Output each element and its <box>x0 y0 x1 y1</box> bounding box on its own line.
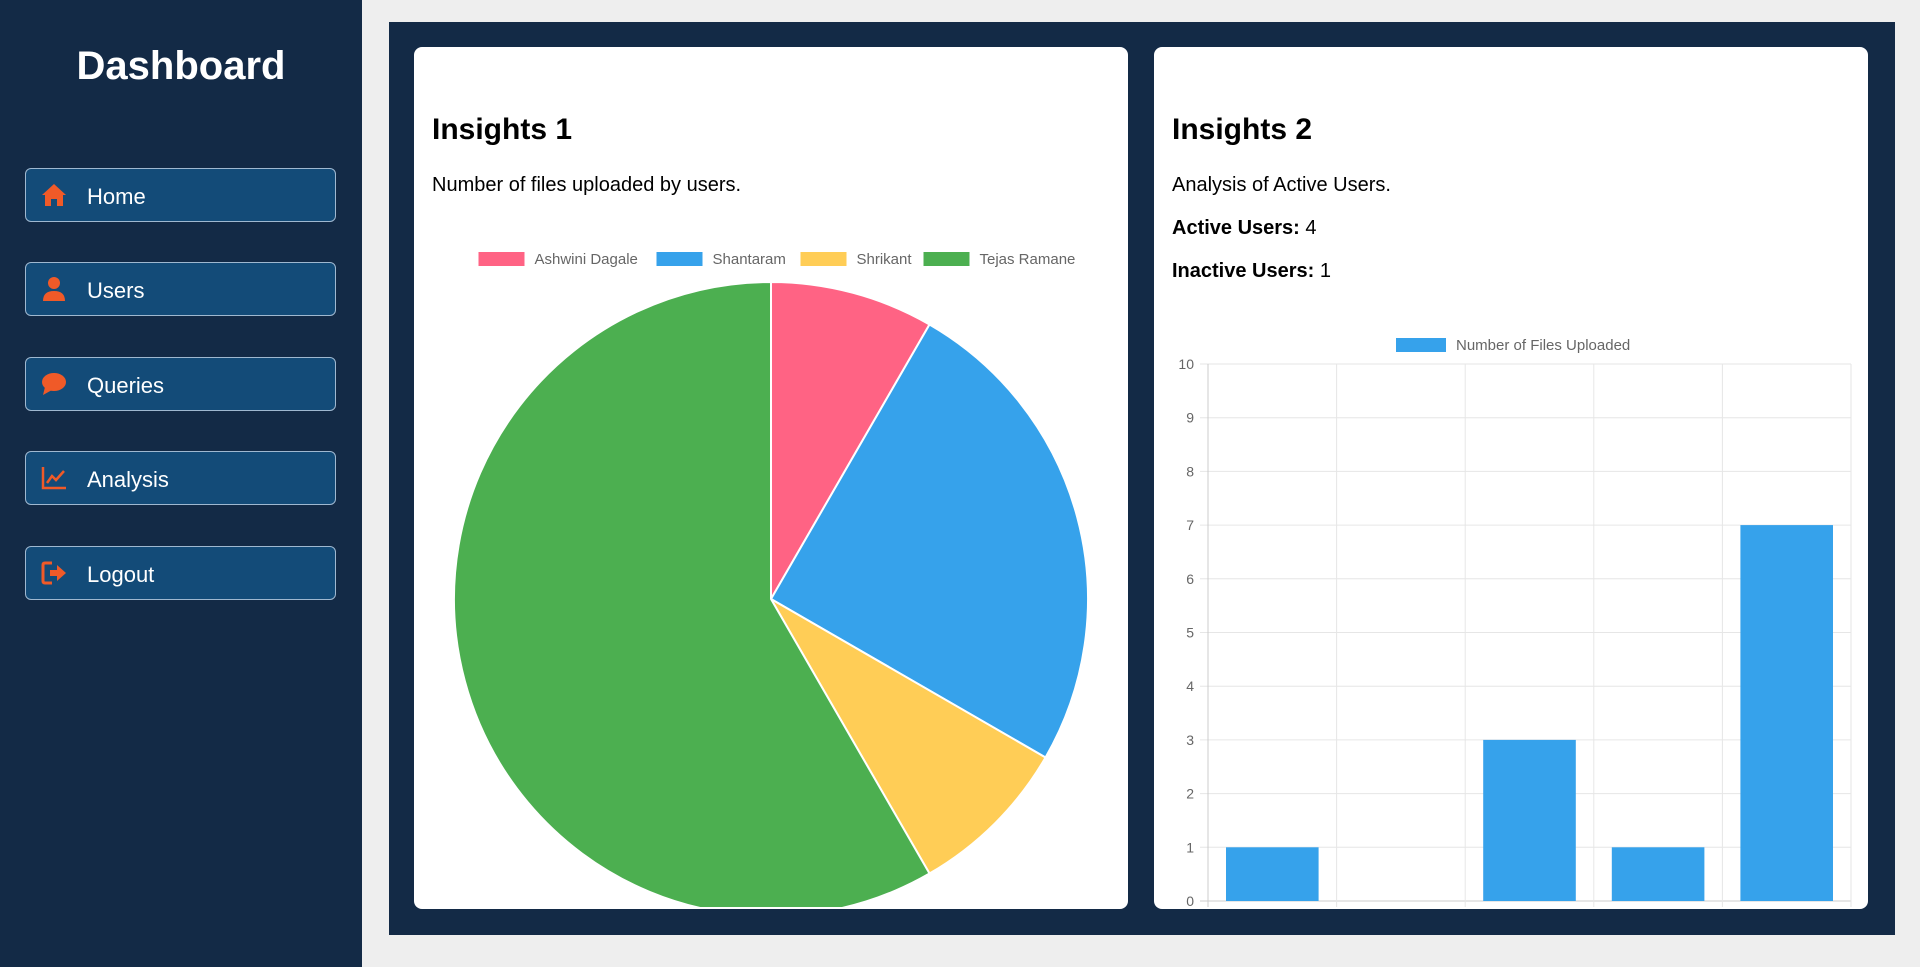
nav-users-label: Users <box>87 278 145 303</box>
main-content: Insights 1 Number of files uploaded by u… <box>389 22 1895 935</box>
nav-home-button[interactable]: Home <box>25 168 336 222</box>
active-users-stat: Active Users: 4 <box>1172 217 1317 240</box>
insights2-description: Analysis of Active Users. <box>1172 174 1391 196</box>
insights2-title: Insights 2 <box>1172 113 1313 146</box>
bar-shrikant <box>1611 847 1705 901</box>
inactive-users-value: 1 <box>1319 260 1331 282</box>
nav-logout-button[interactable]: Logout <box>25 546 336 600</box>
y-tick-label: 7 <box>1186 517 1194 533</box>
legend-label-files-uploaded: Number of Files Uploaded <box>1456 337 1630 354</box>
line-chart-icon <box>41 467 66 490</box>
insights2-card: Insights 2 Analysis of Active Users. Act… <box>1154 47 1868 909</box>
nav-analysis-label: Analysis <box>87 467 169 492</box>
y-tick-label: 5 <box>1186 625 1194 641</box>
y-tick-label: 8 <box>1186 463 1194 479</box>
legend-label-shrikant: Shrikant <box>857 251 913 268</box>
sidebar: Dashboard Home Users Queries Analysis Lo… <box>0 0 362 967</box>
inactive-users-stat: Inactive Users: 1 <box>1172 260 1331 283</box>
nav-queries-button[interactable]: Queries <box>25 357 336 411</box>
bar-shantaram <box>1483 739 1576 901</box>
legend-label-ashwini-dagale: Ashwini Dagale <box>535 251 638 268</box>
nav-users-button[interactable]: Users <box>25 262 336 316</box>
y-tick-label: 0 <box>1186 893 1194 907</box>
legend-swatch-tejas-ramane <box>923 252 970 266</box>
bar-tejas-ramane <box>1740 525 1833 901</box>
chat-bubble-icon <box>42 373 66 395</box>
y-tick-label: 4 <box>1186 678 1194 694</box>
y-tick-label: 9 <box>1186 410 1194 426</box>
active-users-label: Active Users: <box>1172 217 1300 239</box>
legend-label-shantaram: Shantaram <box>713 251 786 268</box>
logout-icon <box>41 561 66 585</box>
y-tick-label: 3 <box>1186 732 1194 748</box>
home-icon <box>42 184 66 206</box>
inactive-users-label: Inactive Users: <box>1172 260 1315 282</box>
bar-ashwini-dagale <box>1226 847 1319 901</box>
legend-swatch-shantaram <box>656 252 703 266</box>
legend-swatch-files-uploaded <box>1396 338 1446 352</box>
nav-queries-label: Queries <box>87 373 165 398</box>
active-users-value: 4 <box>1305 217 1317 239</box>
insights1-title: Insights 1 <box>432 113 573 146</box>
nav-home-label: Home <box>87 184 146 209</box>
bar-chart: Number of Files Uploaded012345678910Ashw… <box>1178 337 1852 907</box>
y-tick-label: 1 <box>1186 839 1194 855</box>
legend-swatch-shrikant <box>800 252 847 266</box>
legend-swatch-ashwini-dagale <box>478 252 525 266</box>
nav-logout-label: Logout <box>87 562 155 587</box>
y-tick-label: 6 <box>1186 571 1194 587</box>
nav-analysis-button[interactable]: Analysis <box>25 451 336 505</box>
sidebar-title: Dashboard <box>76 44 286 88</box>
y-tick-label: 10 <box>1178 356 1194 372</box>
pie-chart: Ashwini Dagale Shantaram Shrikant Tejas Ram… <box>453 251 1089 907</box>
user-icon <box>43 277 65 301</box>
legend-label-tejas-ramane: Tejas Ramane <box>980 251 1076 268</box>
insights1-card: Insights 1 Number of files uploaded by u… <box>414 47 1128 909</box>
y-tick-label: 2 <box>1186 786 1194 802</box>
